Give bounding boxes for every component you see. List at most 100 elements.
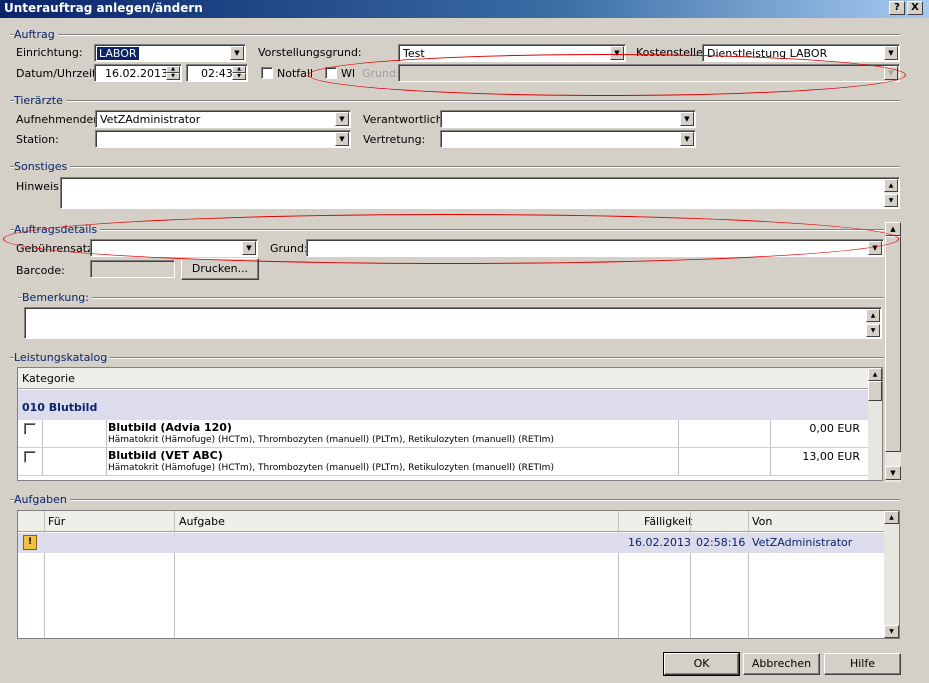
group-row[interactable]: 010 Blutbild (18, 390, 868, 420)
column-divider (42, 420, 43, 447)
details-scrollbar[interactable]: ▲ ▼ (885, 222, 901, 482)
aufnehmender-dropdown[interactable]: VetZAdministrator ▼ (95, 110, 351, 128)
table-row[interactable]: Blutbild (Advia 120) Hämatokrit (Hämofug… (18, 420, 868, 448)
section-auftrag-title: Auftrag (14, 28, 58, 41)
task-warning-icon: ! (23, 535, 37, 550)
grid-scrollbar[interactable]: ▲ ▼ (884, 511, 899, 638)
column-divider (770, 420, 771, 447)
red-annotation-ellipse-details (3, 214, 899, 264)
scroll-thumb[interactable] (868, 381, 882, 401)
scroll-up-icon[interactable]: ▲ (866, 309, 880, 322)
einrichtung-dropdown[interactable]: LABOR ▼ (94, 44, 246, 62)
column-divider (42, 448, 43, 475)
leistungskatalog-grid[interactable]: Kategorie 010 Blutbild Blutbild (Advia 1… (17, 367, 883, 481)
hinweis-label: Hinweis: (16, 180, 63, 193)
column-divider (106, 420, 107, 447)
scroll-down-icon[interactable]: ▼ (866, 324, 880, 337)
vertretung-label: Vertretung: (363, 133, 426, 146)
chevron-down-icon[interactable]: ▼ (335, 112, 349, 126)
scroll-thumb[interactable] (885, 236, 901, 452)
col-aufgabe[interactable]: Aufgabe (179, 515, 225, 528)
scroll-down-icon[interactable]: ▼ (885, 466, 901, 480)
section-aufgaben-title: Aufgaben (14, 493, 70, 506)
table-row[interactable]: ! 16.02.2013 02:58:16 VetZAdministrator (18, 533, 884, 553)
column-divider (106, 448, 107, 475)
ok-button[interactable]: OK (663, 652, 740, 676)
title-bar: Unterauftrag anlegen/ändern ? X (0, 0, 929, 18)
chevron-down-icon[interactable]: ▼ (335, 132, 349, 146)
hilfe-button[interactable]: Hilfe (824, 653, 901, 675)
bemerkung-textarea[interactable]: ▲ ▼ (24, 307, 882, 339)
verantwortlich-label: Verantwortlich: (363, 113, 447, 126)
verantwortlich-dropdown[interactable]: ▼ (440, 110, 696, 128)
chevron-down-icon[interactable]: ▼ (230, 46, 244, 60)
task-date: 16.02.2013 (628, 536, 691, 549)
einrichtung-label: Einrichtung: (16, 46, 83, 59)
section-divider (10, 100, 900, 102)
grid-header: Kategorie (18, 368, 868, 389)
row-price: 0,00 EUR (809, 422, 860, 435)
barcode-field (90, 260, 175, 278)
grid-header: Für Aufgabe Fälligkeit Von (18, 511, 884, 532)
datum-value: 16.02.2013 (105, 67, 168, 80)
column-divider (770, 448, 771, 475)
datum-label: Datum/Uhrzeit: (16, 67, 101, 80)
station-dropdown[interactable]: ▼ (95, 130, 351, 148)
column-divider (618, 511, 619, 638)
scroll-down-icon[interactable]: ▼ (884, 194, 898, 207)
table-row[interactable]: Blutbild (VET ABC) Hämatokrit (Hämofuge)… (18, 448, 868, 476)
section-leistungskatalog-title: Leistungskatalog (14, 351, 111, 364)
column-divider (174, 511, 175, 638)
col-von[interactable]: Von (752, 515, 772, 528)
section-divider (10, 34, 900, 36)
scroll-up-icon[interactable]: ▲ (884, 179, 898, 192)
notfall-checkbox[interactable] (261, 67, 273, 79)
row-price: 13,00 EUR (802, 450, 860, 463)
aufnehmender-value: VetZAdministrator (100, 113, 201, 126)
scroll-down-icon[interactable]: ▼ (884, 625, 899, 638)
abbrechen-button[interactable]: Abbrechen (743, 653, 820, 675)
barcode-label: Barcode: (16, 264, 65, 277)
vertretung-dropdown[interactable]: ▼ (440, 130, 696, 148)
section-sonstiges-title: Sonstiges (14, 160, 71, 173)
section-divider (10, 357, 884, 359)
hinweis-textarea[interactable]: ▲ ▼ (60, 177, 900, 209)
column-divider (748, 511, 749, 638)
window-title: Unterauftrag anlegen/ändern (4, 1, 203, 15)
task-von: VetZAdministrator (752, 536, 853, 549)
close-window-button[interactable]: X (907, 1, 923, 15)
einrichtung-value: LABOR (97, 47, 139, 60)
hinweis-scrollbar[interactable]: ▲ ▼ (884, 179, 898, 207)
column-divider (678, 448, 679, 475)
scroll-up-icon[interactable]: ▲ (884, 511, 899, 524)
chevron-down-icon[interactable]: ▼ (680, 112, 694, 126)
col-fuer[interactable]: Für (48, 515, 65, 528)
station-label: Station: (16, 133, 59, 146)
red-annotation-ellipse-top (308, 54, 906, 96)
grid-scrollbar[interactable]: ▲ (868, 368, 882, 480)
datum-spinner[interactable]: ▲ ▼ (166, 66, 180, 80)
column-divider (678, 420, 679, 447)
col-faelligkeit[interactable]: Fälligkeit (644, 515, 692, 528)
chevron-down-icon[interactable]: ▼ (884, 46, 898, 60)
col-kategorie[interactable]: Kategorie (22, 372, 75, 385)
row-checkbox[interactable] (24, 423, 36, 435)
uhrzeit-value: 02:43 (201, 67, 233, 80)
column-divider (690, 511, 691, 638)
drucken-button[interactable]: Drucken... (181, 258, 259, 280)
bemerkung-scrollbar[interactable]: ▲ ▼ (866, 309, 880, 337)
column-divider (44, 511, 45, 638)
row-name: Blutbild (VET ABC) (108, 449, 223, 462)
section-divider (18, 297, 884, 299)
task-time: 02:58:16 (696, 536, 746, 549)
chevron-down-icon[interactable]: ▼ (680, 132, 694, 146)
uhrzeit-input[interactable]: 02:43 ▲ ▼ (186, 64, 248, 82)
scroll-up-icon[interactable]: ▲ (868, 368, 882, 381)
uhrzeit-spinner[interactable]: ▲ ▼ (232, 66, 246, 80)
help-title-button[interactable]: ? (889, 1, 905, 15)
row-checkbox[interactable] (24, 451, 36, 463)
section-divider (10, 166, 900, 168)
aufgaben-grid[interactable]: Für Aufgabe Fälligkeit Von ! 16.02.2013 … (17, 510, 900, 639)
vorstellungsgrund-label: Vorstellungsgrund: (258, 46, 362, 59)
datum-input[interactable]: 16.02.2013 ▲ ▼ (94, 64, 182, 82)
